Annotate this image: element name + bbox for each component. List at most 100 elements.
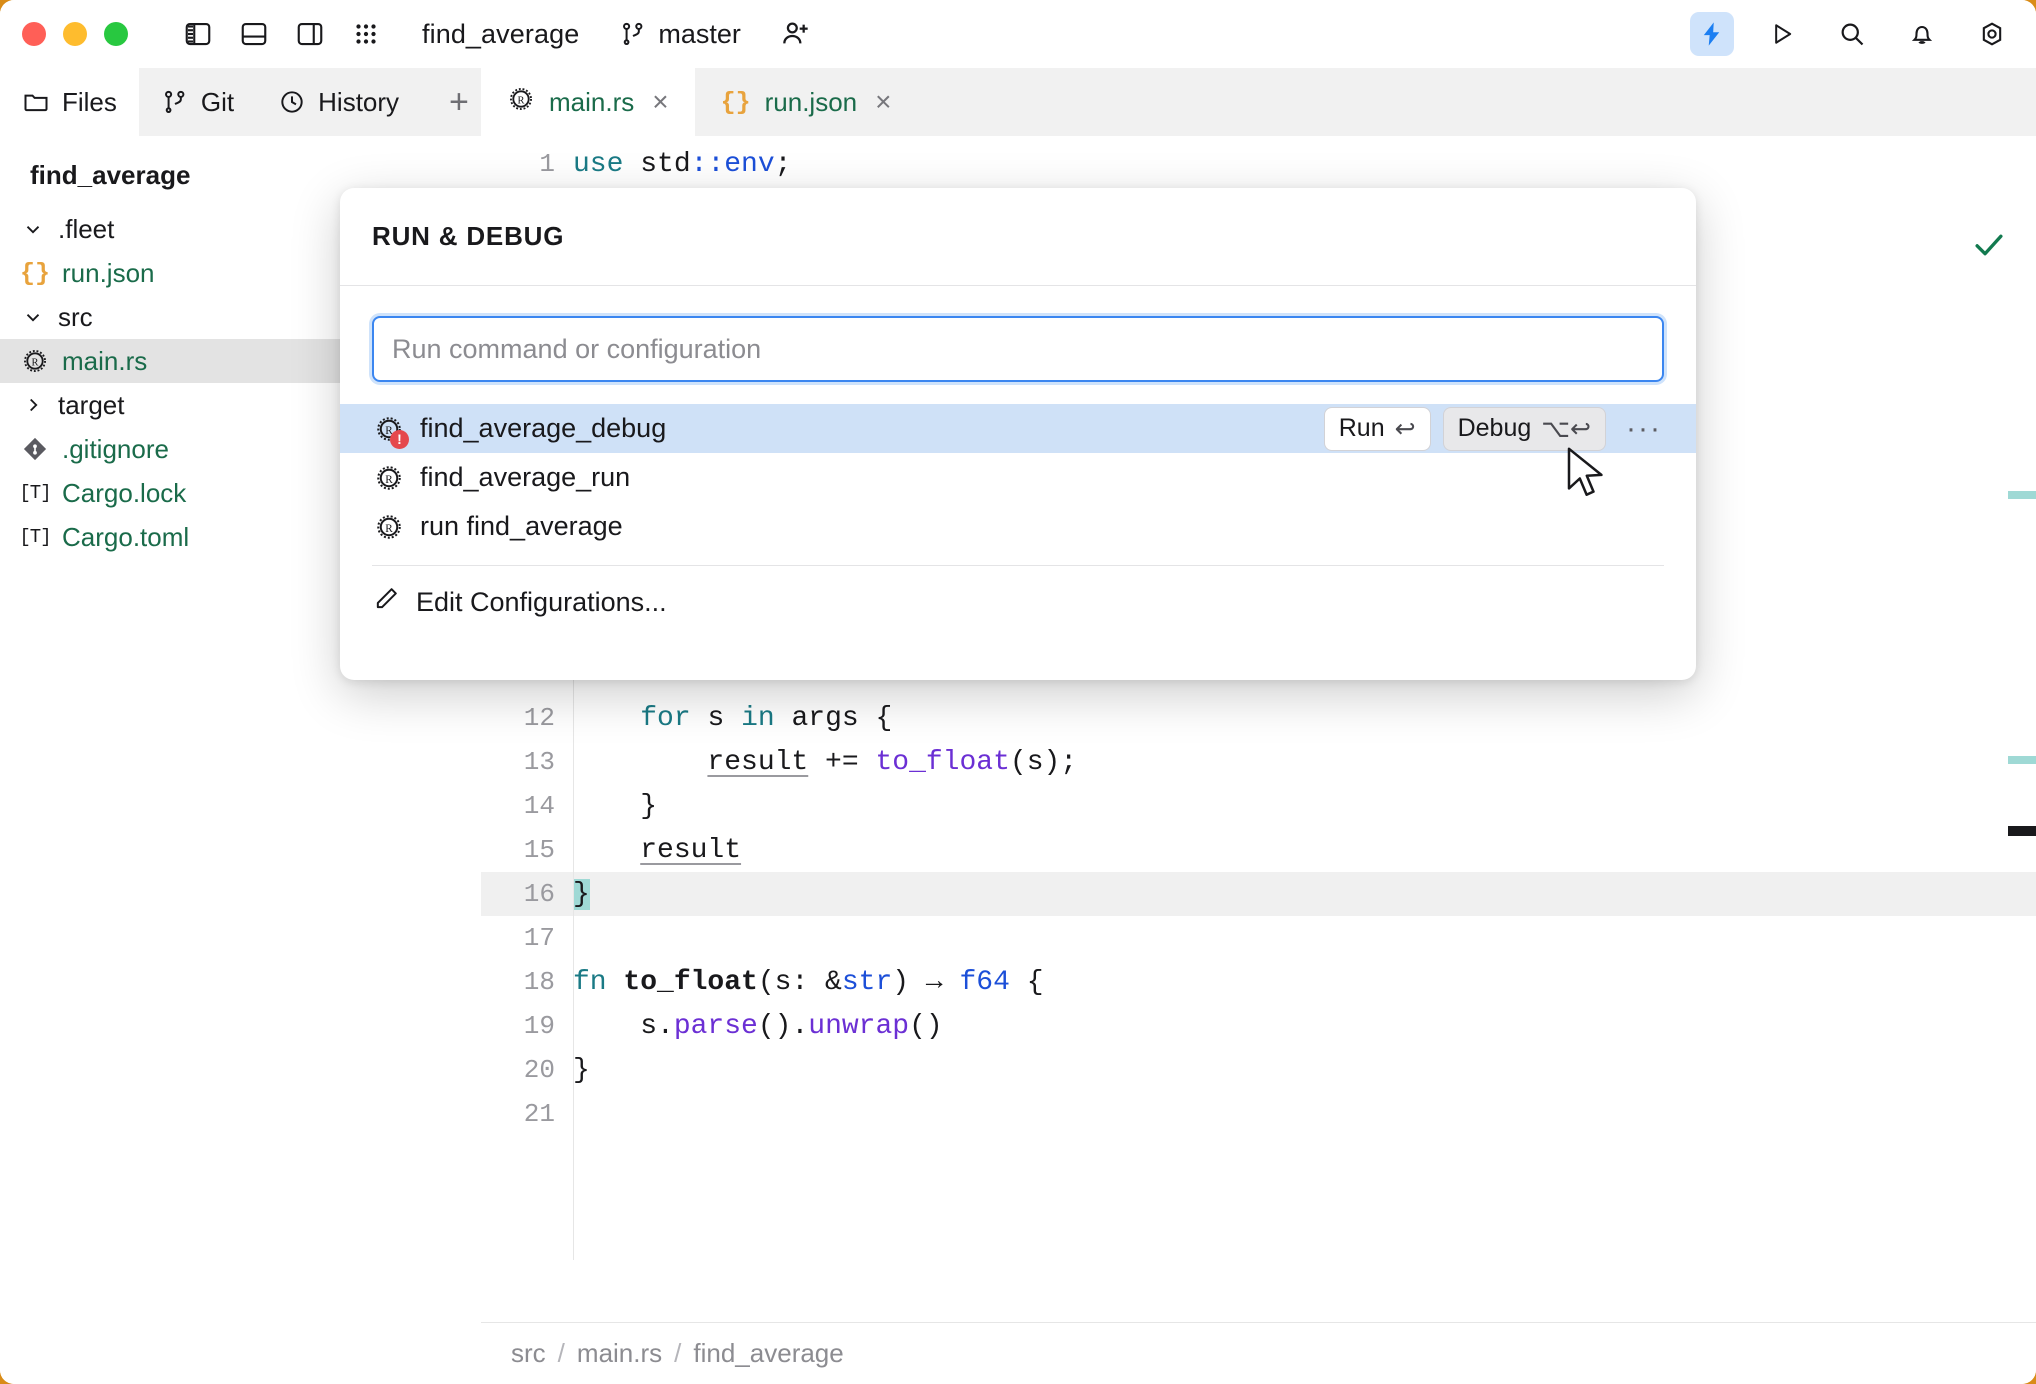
search-icon[interactable] (1830, 12, 1874, 56)
chevron-down-icon[interactable] (18, 306, 48, 328)
sidebar-tab-files[interactable]: Files (0, 68, 139, 136)
more-options-icon[interactable]: ··· (1618, 412, 1670, 446)
line-text: use std::env; (573, 148, 792, 180)
debug-button[interactable]: Debug ⌥↩ (1442, 406, 1607, 451)
sidebar-tab-git[interactable]: Git (139, 68, 256, 136)
rust-icon: R (18, 347, 52, 375)
maximize-window-button[interactable] (104, 22, 128, 46)
rust-icon: R (372, 510, 406, 544)
line-number: 1 (539, 149, 555, 179)
run-button[interactable]: Run ↩ (1323, 406, 1431, 451)
line-number: 18 (523, 967, 555, 997)
fleet-window: find_average master Files Git History + … (0, 0, 2036, 1384)
line-number: 19 (523, 1011, 555, 1041)
title-bar: find_average master (0, 0, 2036, 68)
config-label: find_average_debug (420, 413, 667, 443)
run-debug-bolt-icon[interactable] (1690, 12, 1734, 56)
editor-tab-main-rs-label: main.rs (549, 86, 635, 117)
line-text: s.parse().unwrap() (573, 1010, 943, 1042)
config-actions: Run ↩ Debug ⌥↩ ··· (1323, 406, 1670, 451)
right-panel-icon[interactable] (292, 16, 328, 52)
sidebar-tab-history[interactable]: History (256, 68, 421, 136)
editor-tab-run-json-label: run.json (764, 86, 858, 117)
editor-tab-main-rs[interactable]: R main.rs × (481, 68, 695, 136)
config-label: run find_average (420, 511, 623, 541)
line-number: 21 (523, 1099, 555, 1129)
tree-item-src-label: src (58, 301, 93, 332)
chevron-right-icon[interactable] (18, 394, 48, 416)
config-row-find-average-debug[interactable]: R ! find_average_debug Run ↩ Debug ⌥↩ ··… (340, 404, 1696, 453)
line-number: 17 (523, 923, 555, 953)
code-line: 13 result += to_float(s); (481, 740, 2036, 784)
breadcrumb-item-find-average[interactable]: find_average (693, 1338, 843, 1369)
run-shortcut: ↩ (1394, 414, 1416, 443)
json-icon: {} (720, 87, 751, 117)
title-bar-right-actions (1690, 0, 2014, 68)
debug-button-label: Debug (1457, 414, 1532, 442)
chevron-down-icon[interactable] (18, 218, 48, 240)
editor-marker (2008, 491, 2036, 499)
bottom-panel-icon[interactable] (236, 16, 272, 52)
line-number: 16 (523, 879, 555, 909)
line-text: } (573, 790, 658, 822)
run-command-input[interactable] (372, 316, 1664, 382)
editor-scrollbar-thumb[interactable] (2008, 826, 2036, 836)
line-number: 20 (523, 1055, 555, 1085)
line-number: 13 (523, 747, 555, 777)
branch-name: master (658, 18, 741, 49)
plus-icon: + (449, 82, 469, 121)
line-text: for s in args { (640, 702, 893, 734)
close-tab-icon[interactable]: × (652, 86, 668, 118)
line-text: } (573, 1054, 590, 1086)
editor-tab-run-json[interactable]: {} run.json × (695, 68, 918, 136)
code-line: 15 result (481, 828, 2036, 872)
git-branch-icon (623, 22, 643, 46)
edit-configurations-label: Edit Configurations... (416, 586, 667, 617)
code-line-active: 16 } (481, 872, 2036, 916)
breadcrumb-item-src[interactable]: src (511, 1338, 546, 1369)
sidebar-tab-git-label: Git (200, 86, 235, 117)
sidebar-tabs: Files Git History + (0, 68, 481, 136)
run-and-debug-dialog: RUN & DEBUG R ! find_average_debug Run ↩… (340, 188, 1696, 680)
code-line: 19 s.parse().unwrap() (481, 1004, 2036, 1048)
editor-marker (2008, 756, 2036, 764)
dialog-title: RUN & DEBUG (340, 188, 1696, 286)
folder-icon (24, 94, 48, 112)
dialog-footer-spacer (340, 638, 1696, 680)
dialog-search-area (340, 286, 1696, 404)
code-line: 12 for s in args { (481, 696, 2036, 740)
window-controls (22, 22, 128, 46)
git-file-icon (18, 435, 52, 463)
close-tab-icon[interactable]: × (875, 86, 891, 118)
editor-marker-bar[interactable] (1936, 136, 2036, 1322)
line-number: 15 (523, 835, 555, 865)
breadcrumb-item-main-rs[interactable]: main.rs (577, 1338, 662, 1369)
settings-gear-icon[interactable] (1970, 12, 2014, 56)
minimize-window-button[interactable] (63, 22, 87, 46)
code-line: 17 (481, 916, 2036, 960)
run-icon[interactable] (1760, 12, 1804, 56)
add-person-icon[interactable] (779, 18, 811, 50)
code-line: 18 fn to_float(s: &str) → f64 { (481, 960, 2036, 1004)
run-button-label: Run (1338, 414, 1385, 442)
notifications-bell-icon[interactable] (1900, 12, 1944, 56)
branch-selector[interactable]: master (619, 19, 741, 50)
tree-item-gitignore-label: .gitignore (62, 433, 169, 464)
svg-text:R: R (31, 358, 38, 369)
line-number: 14 (523, 791, 555, 821)
editor-tabs: R main.rs × {} run.json × (481, 68, 2036, 136)
left-panel-icon[interactable] (180, 16, 216, 52)
grid-icon[interactable] (348, 16, 384, 52)
config-label: find_average_run (420, 462, 631, 492)
svg-text:R: R (517, 95, 524, 106)
edit-configurations-item[interactable]: Edit Configurations... (340, 566, 1696, 638)
sidebar-tab-history-label: History (318, 86, 400, 117)
project-name[interactable]: find_average (422, 19, 579, 50)
tree-item-run-json-label: run.json (62, 257, 155, 288)
config-row-run-find-average[interactable]: R run find_average (340, 502, 1696, 551)
close-window-button[interactable] (22, 22, 46, 46)
clock-icon (281, 91, 303, 113)
line-text: fn to_float(s: &str) → f64 { (573, 966, 1044, 998)
config-row-find-average-run[interactable]: R find_average_run (340, 453, 1696, 502)
error-badge-icon: ! (390, 429, 409, 449)
